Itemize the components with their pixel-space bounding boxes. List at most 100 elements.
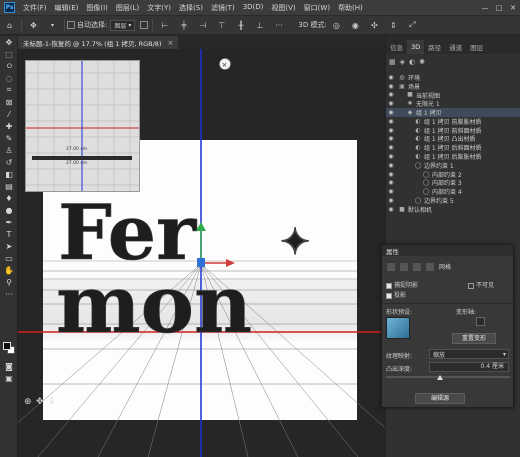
- menu-item[interactable]: 图层(L): [112, 3, 143, 13]
- pan-3d-icon[interactable]: ✣: [368, 19, 381, 32]
- scene-tree-item[interactable]: ◉ ◐ 组 1 拷贝 前斜面材质: [386, 126, 520, 135]
- catch-shadows-checkbox[interactable]: [386, 282, 392, 289]
- filter-scene-icon[interactable]: ▦: [389, 58, 396, 66]
- path-select-tool-icon[interactable]: ➤: [0, 240, 18, 252]
- invisible-option[interactable]: 不可见: [468, 280, 494, 289]
- stamp-tool-icon[interactable]: ♙: [0, 144, 18, 156]
- scene-tree-item[interactable]: ◉ ◯ 内部约束 3: [386, 179, 520, 187]
- pan-camera-icon[interactable]: ✥: [36, 397, 44, 407]
- menu-item[interactable]: 图像(I): [82, 3, 112, 13]
- filter-material-icon[interactable]: ◐: [409, 58, 415, 66]
- tab-info[interactable]: 信息: [386, 40, 407, 54]
- menu-item[interactable]: 编辑(E): [51, 3, 83, 13]
- blur-tool-icon[interactable]: ♦: [0, 192, 18, 204]
- secondary-view-panel[interactable]: 27.00 cm 27.00 cm: [25, 60, 140, 192]
- menu-item[interactable]: 3D(D): [239, 3, 268, 13]
- healing-tool-icon[interactable]: ✚: [0, 120, 18, 132]
- visibility-eye-icon[interactable]: ◉: [386, 83, 396, 90]
- scene-tree-item[interactable]: ◉ ◐ 组 1 拷贝 后斜面材质: [386, 143, 520, 152]
- brush-tool-icon[interactable]: ✎: [0, 132, 18, 144]
- gradient-tool-icon[interactable]: ▤: [0, 180, 18, 192]
- menu-item[interactable]: 窗口(W): [300, 3, 334, 13]
- orbit-3d-icon[interactable]: ◎: [330, 19, 343, 32]
- scene-tree-item[interactable]: ◉ ◯ 内部约束 2: [386, 170, 520, 179]
- crop-tool-icon[interactable]: ⌗: [0, 84, 18, 96]
- hand-tool-icon[interactable]: ✋: [0, 264, 18, 276]
- type-tool-icon[interactable]: T: [0, 228, 18, 240]
- quick-select-tool-icon[interactable]: ◌: [0, 72, 18, 84]
- scene-tree-item[interactable]: ◉ ◯ 内部约束 4: [386, 187, 520, 196]
- visibility-eye-icon[interactable]: ◉: [386, 206, 396, 213]
- slide-3d-icon[interactable]: ⇕: [387, 19, 400, 32]
- menu-item[interactable]: 视图(V): [267, 3, 299, 13]
- tab-3d[interactable]: 3D: [407, 40, 425, 54]
- orbit-camera-icon[interactable]: ⊕: [24, 397, 32, 407]
- tool-preset-chevron-icon[interactable]: ▾: [46, 19, 59, 32]
- scene-tree-item[interactable]: ◉ ■ 默认相机: [386, 205, 520, 214]
- align-middle-icon[interactable]: ╫: [234, 19, 247, 32]
- catch-shadows-option[interactable]: 捕捉阴影: [386, 280, 418, 289]
- close-window-button[interactable]: ✕: [506, 4, 520, 12]
- auto-select-dropdown[interactable]: 图层 ▾: [110, 19, 136, 31]
- document-tab[interactable]: 未标题-1-恢复的 @ 17.7% (组 1 拷贝, RGB/8) ×: [18, 36, 179, 49]
- scale-3d-icon[interactable]: ⤢: [406, 19, 419, 32]
- visibility-eye-icon[interactable]: ◉: [386, 127, 396, 134]
- move-tool-icon[interactable]: ✥: [27, 19, 40, 32]
- menu-item[interactable]: 选择(S): [175, 3, 207, 13]
- tab-paths[interactable]: 路径: [424, 40, 445, 54]
- minimize-button[interactable]: —: [478, 4, 492, 12]
- align-center-icon[interactable]: ╪: [177, 19, 190, 32]
- cast-shadows-option[interactable]: 投影: [386, 290, 406, 299]
- mesh-mode-icon[interactable]: [387, 262, 395, 271]
- scene-tree-item[interactable]: ◉ ◯ 边界约束 5: [386, 196, 520, 205]
- invisible-checkbox[interactable]: [468, 282, 474, 289]
- menu-item[interactable]: 帮助(H): [334, 3, 367, 13]
- quick-mask-icon[interactable]: ◙: [0, 360, 18, 372]
- auto-select-checkbox[interactable]: [67, 21, 75, 29]
- cap-mode-icon[interactable]: [413, 262, 421, 271]
- visibility-eye-icon[interactable]: ◉: [386, 100, 396, 107]
- visibility-eye-icon[interactable]: ◉: [386, 171, 396, 178]
- 3d-nav-icons[interactable]: ⊕ ✥ ⇩: [24, 397, 56, 407]
- more-options-icon[interactable]: ···: [272, 19, 285, 32]
- extrusion-depth-slider[interactable]: [386, 376, 510, 378]
- close-tab-button[interactable]: ×: [167, 39, 173, 47]
- scene-tree-item[interactable]: ◉ ◐ 组 1 拷贝 后膨胀材质: [386, 152, 520, 161]
- visibility-eye-icon[interactable]: ◉: [386, 188, 396, 195]
- dodge-tool-icon[interactable]: ●: [0, 204, 18, 216]
- visibility-eye-icon[interactable]: ◉: [386, 109, 396, 116]
- tab-layers[interactable]: 图层: [466, 40, 487, 54]
- align-right-icon[interactable]: ⊣: [196, 19, 209, 32]
- pen-tool-icon[interactable]: ✒: [0, 216, 18, 228]
- scene-tree-item[interactable]: ◉ ◯ 边界约束 1: [386, 161, 520, 170]
- menu-item[interactable]: 滤镜(T): [207, 3, 239, 13]
- history-brush-tool-icon[interactable]: ↺: [0, 156, 18, 168]
- scene-tree-item[interactable]: ◉ ◆ 组 1 拷贝: [386, 108, 520, 117]
- scene-tree-item[interactable]: ◉ ◐ 组 1 拷贝 凸出材质: [386, 135, 520, 143]
- zoom-tool-icon[interactable]: ⚲: [0, 276, 18, 288]
- visibility-eye-icon[interactable]: ◉: [386, 144, 396, 151]
- extrusion-depth-input[interactable]: 0.4 厘米: [429, 362, 509, 372]
- scene-tree-item[interactable]: ◉ ◐ 组 1 拷贝 前膨胀材质: [386, 117, 520, 126]
- scene-tree-item[interactable]: ◉ ✸ 无限光 1: [386, 99, 520, 108]
- reset-deform-button[interactable]: 重置变形: [452, 333, 496, 344]
- filter-light-icon[interactable]: ✺: [419, 58, 425, 66]
- eyedropper-tool-icon[interactable]: ⁄: [0, 108, 18, 120]
- coordinates-mode-icon[interactable]: [426, 262, 434, 271]
- deform-axis-widget[interactable]: [476, 317, 485, 326]
- visibility-eye-icon[interactable]: ◉: [386, 197, 396, 204]
- visibility-eye-icon[interactable]: ◉: [386, 74, 396, 81]
- move-tool-icon[interactable]: ✥: [0, 36, 18, 48]
- visibility-eye-icon[interactable]: ◉: [386, 118, 396, 125]
- visibility-eye-icon[interactable]: ◉: [386, 153, 396, 160]
- scene-tree-item[interactable]: ◉ ■ 当前视图: [386, 91, 520, 99]
- align-top-icon[interactable]: ⊤: [215, 19, 228, 32]
- filter-mesh-icon[interactable]: ◈: [400, 58, 405, 66]
- eraser-tool-icon[interactable]: ◧: [0, 168, 18, 180]
- marquee-tool-icon[interactable]: ⬚: [0, 48, 18, 60]
- scene-tree-item[interactable]: ◉ ◍ 环境: [386, 73, 520, 82]
- lasso-tool-icon[interactable]: ഠ: [0, 60, 18, 72]
- frame-tool-icon[interactable]: ⊠: [0, 96, 18, 108]
- menu-item[interactable]: 文件(F): [19, 3, 51, 13]
- shape-preset-thumbnail[interactable]: [386, 317, 410, 339]
